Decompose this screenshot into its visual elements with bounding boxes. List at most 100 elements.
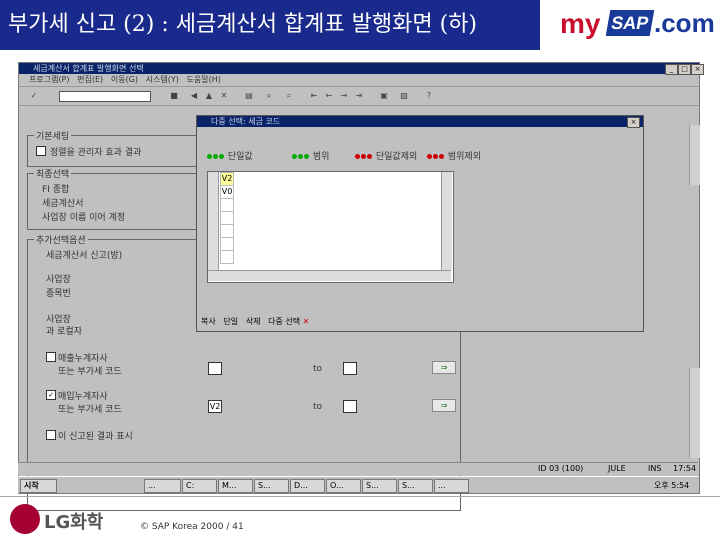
grid-horizontal-scrollbar[interactable] (208, 270, 451, 281)
additional-item-3: 종목번 (46, 289, 71, 299)
save-icon[interactable]: ■ (169, 91, 179, 101)
status-bar: ID 03 (100) JULE INS 17:54 (18, 462, 698, 475)
tab-exclude-ranges[interactable]: 범위제외 (427, 149, 481, 162)
lg-logo-icon (10, 504, 40, 534)
task-6[interactable]: O... (326, 479, 361, 493)
grid-cell-2[interactable]: V0 (220, 185, 234, 199)
start-button[interactable]: 시작 (20, 479, 57, 493)
group-basic-title: 기본세팅 (34, 129, 72, 142)
sales-multiselect-button[interactable]: ⇒ (432, 361, 456, 374)
purchase-checkbox[interactable]: ✓ (46, 390, 56, 400)
multiselect-dialog: 다중 선택: 세금 코드 × 단일값 범위 단일값제외 범위제외 V2 V0 복… (196, 115, 644, 332)
task-5[interactable]: D... (290, 479, 325, 493)
sales-checkbox[interactable] (46, 352, 56, 362)
tab-exclude-single[interactable]: 단일값제외 (355, 149, 417, 162)
sales-taxcode-to[interactable] (343, 362, 357, 375)
minimize-button[interactable]: _ (665, 64, 678, 75)
logo-sap: SAP (605, 10, 655, 36)
tab-single-values[interactable]: 단일값 (207, 149, 253, 162)
purchase-sub-label: 또는 부가세 코드 (58, 405, 122, 415)
close-button[interactable]: × (691, 64, 704, 75)
reported-label: 이 신고된 결과 표시 (58, 432, 133, 442)
next-page-icon[interactable]: → (339, 91, 349, 101)
cancel-icon[interactable]: ✕ (219, 91, 229, 101)
menu-item-goto[interactable]: 이동(G) (111, 75, 138, 84)
back-icon[interactable]: ◀ (189, 91, 199, 101)
grid-cell-3[interactable] (220, 198, 234, 212)
additional-item-2: 사업장 (46, 275, 71, 285)
grid-cell-5[interactable] (220, 224, 234, 238)
window-titlebar: 세금계산서 합계표 발행화면 선택 (19, 63, 699, 74)
group-additional-title: 추가선택옵션 (34, 233, 88, 246)
grid-cell-7[interactable] (220, 250, 234, 264)
purchase-to-label: to (313, 402, 323, 412)
prev-page-icon[interactable]: ← (324, 91, 334, 101)
task-8[interactable]: S... (398, 479, 433, 493)
new-session-icon[interactable]: ▣ (379, 91, 389, 101)
task-9[interactable]: ... (434, 479, 469, 493)
help-icon[interactable]: ? (424, 91, 434, 101)
task-3[interactable]: M... (218, 479, 253, 493)
menu-item-help[interactable]: 도움말(H) (187, 75, 221, 84)
task-2[interactable]: C: (182, 479, 217, 493)
sales-taxcode-from[interactable] (208, 362, 222, 375)
dialog-close-button[interactable]: × (627, 117, 640, 128)
vertical-scrollbar-bottom[interactable] (689, 368, 700, 458)
copy-button[interactable]: 복사 (201, 317, 216, 326)
menu-item-program[interactable]: 프로그램(P) (29, 75, 70, 84)
purchase-taxcode-from[interactable]: V2 (208, 400, 222, 413)
row-selector-column[interactable] (208, 172, 219, 270)
footer-divider (0, 496, 720, 497)
output-item-2: 세금계산서 (42, 199, 84, 209)
task-1[interactable]: ... (144, 479, 181, 493)
slide-title: 부가세 신고 (2) : 세금계산서 합계표 발행화면 (하) (8, 12, 478, 37)
grid-cell-1[interactable]: V2 (220, 172, 234, 186)
purchase-label: 매입누계자사 (58, 392, 108, 402)
value-grid: V2 V0 (207, 171, 454, 283)
dialog-titlebar: 다중 선택: 세금 코드 (197, 116, 643, 127)
sales-label: 매출누계자사 (58, 354, 108, 364)
task-7[interactable]: S... (362, 479, 397, 493)
vertical-scrollbar-top[interactable] (689, 125, 700, 185)
reported-checkbox[interactable] (46, 430, 56, 440)
sales-sub-label: 또는 부가세 코드 (58, 367, 122, 377)
basic-checkbox[interactable] (36, 146, 46, 156)
additional-item-5: 과 로컬자 (46, 327, 82, 337)
menu-bar: 프로그램(P) 편집(E) 이동(G) 시스템(Y) 도움말(H) (19, 74, 699, 87)
purchase-multiselect-button[interactable]: ⇒ (432, 399, 456, 412)
additional-item-1: 세금계산서 신고(방) (46, 251, 123, 261)
menu-item-edit[interactable]: 편집(E) (77, 75, 103, 84)
last-page-icon[interactable]: ⇥ (354, 91, 364, 101)
print-icon[interactable]: ▤ (244, 91, 254, 101)
output-item-3: 사업장 이름 이어 계정 (42, 213, 126, 223)
logo-com: .com (654, 8, 715, 38)
delete-button[interactable]: 삭제 (246, 317, 261, 326)
taskbar: 시작 ... C: M... S... D... O... S... S... … (18, 476, 698, 493)
company-name: LG화학 (44, 512, 104, 533)
menu-item-system[interactable]: 시스템(Y) (146, 75, 179, 84)
basic-label: 정렬을 관리자 효과 결과 (50, 148, 142, 158)
status-mode: INS (648, 464, 662, 473)
logo-my: my (560, 8, 601, 39)
grid-vertical-scrollbar[interactable] (441, 172, 452, 270)
grid-cell-6[interactable] (220, 237, 234, 251)
first-page-icon[interactable]: ⇤ (309, 91, 319, 101)
exit-icon[interactable]: ▲ (204, 91, 214, 101)
grid-cell-4[interactable] (220, 211, 234, 225)
sales-to-label: to (313, 364, 323, 374)
toolbar: ✓ ■ ◀ ▲ ✕ ▤ ⌕ ⌕ ⇤ ← → ⇥ ▣ ▧ ? (19, 87, 699, 106)
output-item-1: FI 종합 (42, 185, 70, 195)
command-field[interactable] (59, 91, 151, 102)
tab-ranges[interactable]: 범위 (292, 149, 329, 162)
multiselect-button[interactable]: 다중 선택 (268, 317, 300, 326)
cancel-x-icon[interactable]: ✕ (303, 317, 310, 326)
check-icon[interactable]: ✓ (29, 91, 39, 101)
purchase-taxcode-to[interactable] (343, 400, 357, 413)
maximize-button[interactable]: □ (678, 64, 691, 75)
task-4[interactable]: S... (254, 479, 289, 493)
shortcut-icon[interactable]: ▧ (399, 91, 409, 101)
single-button[interactable]: 단일 (223, 317, 238, 326)
status-server: ID 03 (100) (538, 464, 584, 473)
find-icon[interactable]: ⌕ (264, 91, 274, 101)
find-next-icon[interactable]: ⌕ (284, 91, 294, 101)
